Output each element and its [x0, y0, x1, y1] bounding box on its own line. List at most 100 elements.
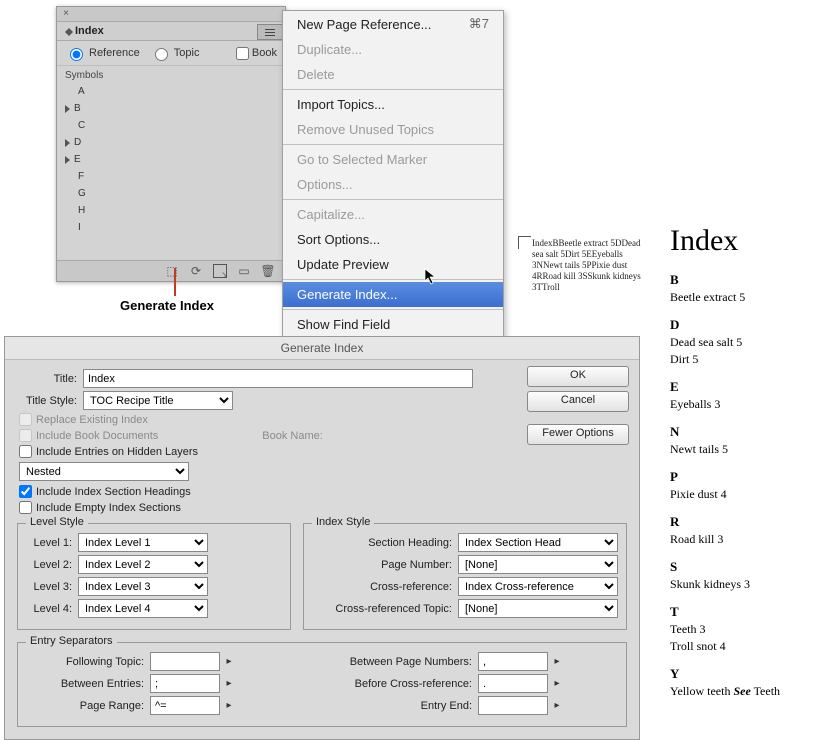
- letter-row-E[interactable]: E: [65, 151, 285, 168]
- menu-separator: [283, 89, 503, 90]
- menu-separator: [283, 279, 503, 280]
- mode-book[interactable]: Book: [236, 47, 277, 60]
- menu-item: Delete: [283, 62, 503, 87]
- symbols-header: Symbols: [65, 68, 285, 83]
- letter-label: G: [78, 188, 86, 199]
- index-entry: Teeth 3: [670, 622, 810, 637]
- between-pages-menu[interactable]: ▸: [550, 653, 564, 670]
- include-empty-check[interactable]: [19, 501, 32, 514]
- menu-item-label: Show Find Field: [297, 317, 390, 332]
- index-style-legend: Index Style: [312, 516, 374, 528]
- menu-item[interactable]: Show Find Field: [283, 312, 503, 337]
- index-entry: Beetle extract 5: [670, 290, 810, 305]
- menu-item-label: Remove Unused Topics: [297, 122, 434, 137]
- menu-item-label: Go to Selected Marker: [297, 152, 427, 167]
- between-entries-input[interactable]: [150, 674, 220, 693]
- letter-row-B[interactable]: B: [65, 100, 285, 117]
- cross-reference-select[interactable]: Index Cross-reference: [458, 577, 618, 596]
- title-input[interactable]: [83, 369, 473, 388]
- panel-context-menu: New Page Reference...⌘7Duplicate...Delet…: [282, 10, 504, 363]
- expand-icon[interactable]: [65, 156, 70, 164]
- following-topic-input[interactable]: [150, 652, 220, 671]
- index-entry: Newt tails 5: [670, 442, 810, 457]
- letter-row-I[interactable]: I: [65, 219, 285, 236]
- index-entry: Road kill 3: [670, 532, 810, 547]
- include-headings-label: Include Index Section Headings: [36, 486, 191, 498]
- level3-label: Level 3:: [26, 581, 78, 593]
- refresh-icon[interactable]: ⟳: [189, 264, 203, 278]
- menu-item[interactable]: Import Topics...: [283, 92, 503, 117]
- letter-row-C[interactable]: C: [65, 117, 285, 134]
- level4-label: Level 4:: [26, 603, 78, 615]
- level3-select[interactable]: Index Level 3: [78, 577, 208, 596]
- letter-row-D[interactable]: D: [65, 134, 285, 151]
- letter-row-A[interactable]: A: [65, 83, 285, 100]
- menu-item[interactable]: Sort Options...: [283, 227, 503, 252]
- index-entry: Dirt 5: [670, 352, 810, 367]
- index-entry: Troll snot 4: [670, 639, 810, 654]
- mode-topic[interactable]: Topic: [150, 45, 200, 61]
- panel-tab[interactable]: Index: [57, 22, 285, 41]
- index-section-heading: Y: [670, 666, 810, 682]
- include-hidden-check[interactable]: [19, 445, 32, 458]
- before-cross-input[interactable]: [478, 674, 548, 693]
- level2-select[interactable]: Index Level 2: [78, 555, 208, 574]
- mode-reference-radio[interactable]: [70, 48, 83, 61]
- level4-select[interactable]: Index Level 4: [78, 599, 208, 618]
- panel-titlebar: ×: [57, 7, 285, 22]
- menu-item-label: Generate Index...: [297, 287, 397, 302]
- include-headings-check[interactable]: [19, 485, 32, 498]
- include-book-label: Include Book Documents: [36, 430, 158, 442]
- between-entries-label: Between Entries:: [26, 678, 150, 690]
- generate-icon[interactable]: ↘: [213, 264, 227, 278]
- expand-icon[interactable]: [65, 105, 70, 113]
- menu-item[interactable]: New Page Reference...⌘7: [283, 11, 503, 37]
- mode-topic-radio[interactable]: [155, 48, 168, 61]
- page-range-label: Page Range:: [26, 700, 150, 712]
- between-pages-input[interactable]: [478, 652, 548, 671]
- index-section-heading: R: [670, 514, 810, 530]
- new-entry-icon[interactable]: ⬚: [165, 264, 179, 278]
- layout-select[interactable]: Nested: [19, 462, 189, 481]
- page-range-input[interactable]: [150, 696, 220, 715]
- page-range-menu[interactable]: ▸: [222, 697, 236, 714]
- menu-item-label: Options...: [297, 177, 353, 192]
- index-section-heading: B: [670, 272, 810, 288]
- index-entry: Yellow teeth See Teeth: [670, 684, 810, 699]
- mode-book-check[interactable]: [236, 47, 249, 60]
- menu-item[interactable]: Update Preview: [283, 252, 503, 277]
- letter-row-F[interactable]: F: [65, 168, 285, 185]
- panel-collapse-icon[interactable]: ×: [61, 9, 71, 19]
- level1-select[interactable]: Index Level 1: [78, 533, 208, 552]
- index-style-group: Index Style Section Heading:Index Sectio…: [303, 523, 627, 630]
- following-topic-menu[interactable]: ▸: [222, 653, 236, 670]
- section-heading-select[interactable]: Index Section Head: [458, 533, 618, 552]
- ok-button[interactable]: OK: [527, 366, 629, 387]
- book-name-label: Book Name:: [262, 430, 323, 442]
- mode-reference[interactable]: Reference: [65, 45, 140, 61]
- new-icon[interactable]: ▭: [237, 264, 251, 278]
- entry-end-menu[interactable]: ▸: [550, 697, 564, 714]
- before-cross-menu[interactable]: ▸: [550, 675, 564, 692]
- before-cross-label: Before Cross-reference:: [322, 678, 478, 690]
- entry-end-input[interactable]: [478, 696, 548, 715]
- fewer-options-button[interactable]: Fewer Options: [527, 424, 629, 445]
- trash-icon[interactable]: 🗑: [261, 264, 275, 278]
- between-entries-menu[interactable]: ▸: [222, 675, 236, 692]
- diamond-icon: [65, 24, 73, 32]
- expand-icon[interactable]: [65, 139, 70, 147]
- letter-row-G[interactable]: G: [65, 185, 285, 202]
- panel-tab-label: Index: [75, 25, 104, 37]
- letter-row-H[interactable]: H: [65, 202, 285, 219]
- include-book-check: [19, 429, 32, 442]
- cross-ref-topic-select[interactable]: [None]: [458, 599, 618, 618]
- panel-menu-button[interactable]: [257, 24, 283, 40]
- generate-index-dialog: Generate Index OK Cancel Fewer Options T…: [4, 336, 640, 740]
- menu-item[interactable]: Generate Index...: [283, 282, 503, 307]
- page-number-select[interactable]: [None]: [458, 555, 618, 574]
- cancel-button[interactable]: Cancel: [527, 391, 629, 412]
- dialog-title: Generate Index: [5, 337, 639, 360]
- replace-existing-label: Replace Existing Index: [36, 414, 148, 426]
- mode-reference-label: Reference: [89, 47, 140, 59]
- title-style-select[interactable]: TOC Recipe Title: [83, 391, 233, 410]
